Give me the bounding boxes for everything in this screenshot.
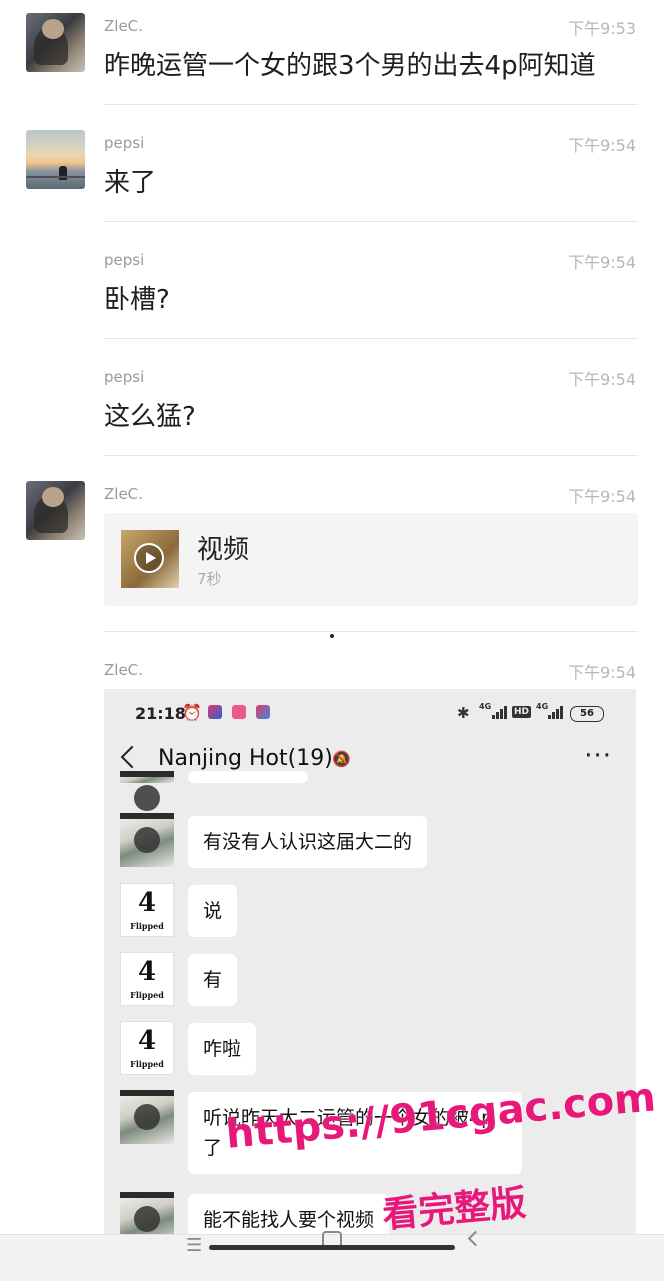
image-message[interactable]: 21:18 ⏰ ✱ 4G HD 4G 56 Nanjing Hot(19) 🔕 … — [104, 689, 636, 1234]
status-time: 21:18 — [135, 704, 186, 723]
divider — [104, 221, 638, 222]
chat-bubble: 说 — [188, 885, 238, 937]
message-text: 昨晚运管一个女的跟3个男的出去4p阿知道 — [104, 51, 596, 81]
avatar: 4 Flipped — [120, 883, 174, 937]
avatar[interactable] — [26, 130, 85, 189]
sender-name: ZleC. — [104, 661, 143, 679]
hd-badge: HD — [512, 706, 532, 718]
message-text: 来了 — [104, 168, 157, 198]
sender-name: ZleC. — [104, 17, 143, 35]
sender-name: pepsi — [104, 251, 145, 269]
timestamp: 下午9:54 — [568, 487, 636, 506]
avatar — [120, 1192, 174, 1234]
more-icon: ··· — [584, 741, 612, 771]
timestamp: 下午9:54 — [568, 663, 636, 682]
avatar — [120, 771, 174, 811]
app-icon — [232, 705, 246, 719]
flipped-logo-glyph: 4 — [137, 957, 157, 987]
play-icon[interactable] — [134, 543, 164, 573]
timestamp: 下午9:54 — [568, 370, 636, 389]
sender-name: ZleC. — [104, 485, 143, 503]
chat-bubble: 咋啦 — [188, 1023, 257, 1075]
video-message-card[interactable]: 视频 7秒 — [104, 513, 638, 606]
chat-bubble: 有没有人认识这届大二的 — [188, 816, 428, 868]
chat-bubble: 能不能找人要个视频 — [188, 1194, 390, 1234]
avatar — [120, 813, 174, 867]
timestamp: 下午9:54 — [568, 136, 636, 155]
flipped-logo-caption: Flipped — [130, 921, 164, 931]
message-text: 这么猛? — [104, 402, 196, 432]
app-icon — [256, 705, 270, 719]
system-navigation-bar: ☰ — [0, 1230, 664, 1281]
flipped-logo-glyph: 4 — [137, 1026, 157, 1056]
avatar[interactable] — [26, 481, 85, 540]
flipped-logo-caption: Flipped — [130, 990, 164, 1000]
avatar: 4 Flipped — [120, 952, 174, 1006]
network-label: 4G — [536, 702, 549, 711]
divider — [104, 631, 638, 632]
network-label: 4G — [479, 702, 492, 711]
signal-icon — [492, 705, 507, 719]
avatar: 4 Flipped — [120, 1021, 174, 1075]
group-chat-title: Nanjing Hot(19) — [158, 746, 333, 771]
chat-bubble — [188, 771, 308, 783]
timestamp: 下午9:54 — [568, 253, 636, 272]
sender-name: pepsi — [104, 368, 145, 386]
message-text: 卧槽? — [104, 285, 170, 315]
bluetooth-icon: ✱ — [457, 704, 470, 722]
signal-icon — [548, 705, 563, 719]
sender-name: pepsi — [104, 134, 145, 152]
home-indicator[interactable] — [209, 1245, 455, 1250]
video-thumbnail[interactable] — [121, 530, 179, 588]
video-title: 视频 — [197, 535, 250, 565]
embedded-nav-bar: Nanjing Hot(19) 🔕 ··· — [104, 739, 636, 779]
avatar[interactable] — [26, 13, 85, 72]
app-icon — [208, 705, 222, 719]
video-duration: 7秒 — [197, 570, 222, 588]
embedded-status-bar: 21:18 ⏰ ✱ 4G HD 4G 56 — [104, 689, 636, 739]
chat-bubble: 有 — [188, 954, 238, 1006]
loading-dot — [330, 634, 334, 638]
back-icon[interactable] — [467, 1230, 484, 1247]
mute-bell-icon: 🔕 — [332, 750, 351, 768]
flipped-logo-glyph: 4 — [137, 888, 157, 918]
alarm-icon: ⏰ — [182, 703, 202, 722]
divider — [104, 104, 638, 105]
divider — [104, 338, 638, 339]
timestamp: 下午9:53 — [568, 19, 636, 38]
menu-icon[interactable]: ☰ — [186, 1235, 202, 1256]
flipped-logo-caption: Flipped — [130, 1059, 164, 1069]
battery-icon: 56 — [570, 706, 604, 722]
divider — [104, 455, 638, 456]
avatar — [120, 1090, 174, 1144]
back-icon — [120, 745, 144, 769]
